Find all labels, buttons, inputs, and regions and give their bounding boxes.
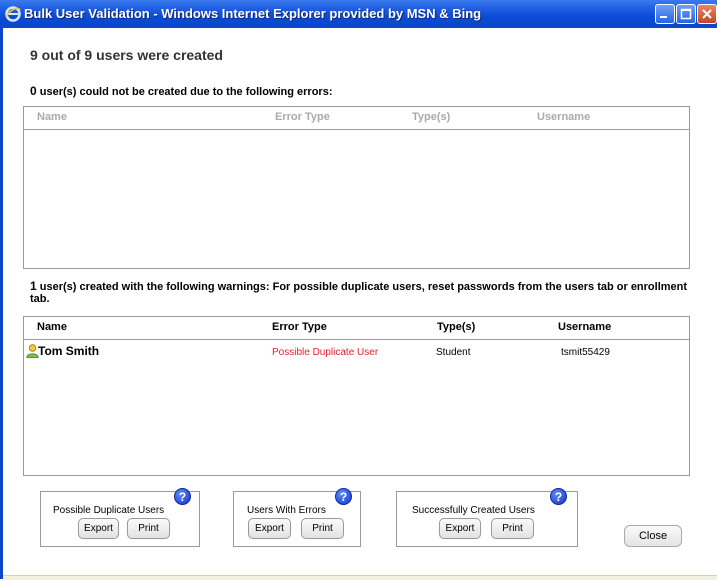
ie-icon: [5, 6, 21, 22]
group-label: Possible Duplicate Users: [53, 505, 165, 516]
column-header-types[interactable]: Type(s): [412, 111, 450, 123]
close-icon: [702, 9, 712, 19]
group-label: Users With Errors: [247, 505, 326, 516]
successfully-created-users-group: Successfully Created Users ? Export Prin…: [396, 488, 578, 547]
column-header-name[interactable]: Name: [37, 111, 67, 123]
print-button[interactable]: Print: [301, 518, 344, 539]
errors-table: Name Error Type Type(s) Username: [23, 106, 690, 269]
window-titlebar[interactable]: Bulk User Validation - Windows Internet …: [0, 0, 717, 28]
group-label: Successfully Created Users: [412, 505, 535, 516]
table-row[interactable]: Tom Smith Possible Duplicate User Studen…: [24, 341, 689, 361]
print-button[interactable]: Print: [127, 518, 170, 539]
username: tsmit55429: [561, 347, 610, 358]
warnings-table-header: Name Error Type Type(s) Username: [24, 317, 689, 340]
help-icon[interactable]: ?: [174, 488, 191, 505]
column-header-error-type[interactable]: Error Type: [275, 111, 330, 123]
help-icon[interactable]: ?: [335, 488, 352, 505]
warnings-heading-text: user(s) created with the following warni…: [30, 281, 688, 305]
column-header-error-type[interactable]: Error Type: [272, 321, 327, 333]
errors-table-header: Name Error Type Type(s) Username: [24, 107, 689, 130]
column-header-username[interactable]: Username: [558, 321, 611, 333]
maximize-icon: [680, 8, 692, 20]
warnings-count: 1: [30, 279, 37, 293]
column-header-username[interactable]: Username: [537, 111, 590, 123]
close-window-button[interactable]: [697, 4, 717, 24]
close-button[interactable]: Close: [624, 525, 682, 547]
page-title: 9 out of 9 users were created: [30, 47, 223, 63]
user-type: Student: [436, 347, 471, 358]
errors-heading: 0 user(s) could not be created due to th…: [30, 84, 333, 98]
minimize-icon: [660, 16, 667, 18]
print-button[interactable]: Print: [491, 518, 534, 539]
errors-heading-text: user(s) could not be created due to the …: [36, 86, 333, 98]
warnings-heading: 1 user(s) created with the following war…: [30, 280, 690, 305]
minimize-button[interactable]: [655, 4, 675, 24]
export-button[interactable]: Export: [78, 518, 119, 539]
column-header-types[interactable]: Type(s): [437, 321, 475, 333]
error-type: Possible Duplicate User: [272, 347, 379, 358]
warnings-table: Name Error Type Type(s) Username Tom Smi…: [23, 316, 690, 476]
user-name: Tom Smith: [38, 344, 100, 358]
users-with-errors-group: Users With Errors ? Export Print: [233, 488, 361, 547]
errors-count: 0: [30, 84, 37, 98]
export-button[interactable]: Export: [439, 518, 481, 539]
column-header-name[interactable]: Name: [37, 321, 67, 333]
export-button[interactable]: Export: [248, 518, 291, 539]
possible-duplicate-users-group: Possible Duplicate Users ? Export Print: [40, 488, 200, 547]
maximize-button[interactable]: [676, 4, 696, 24]
help-icon[interactable]: ?: [550, 488, 567, 505]
window-frame: [0, 28, 3, 579]
status-bar: [3, 575, 717, 580]
window-title: Bulk User Validation - Windows Internet …: [24, 6, 482, 21]
